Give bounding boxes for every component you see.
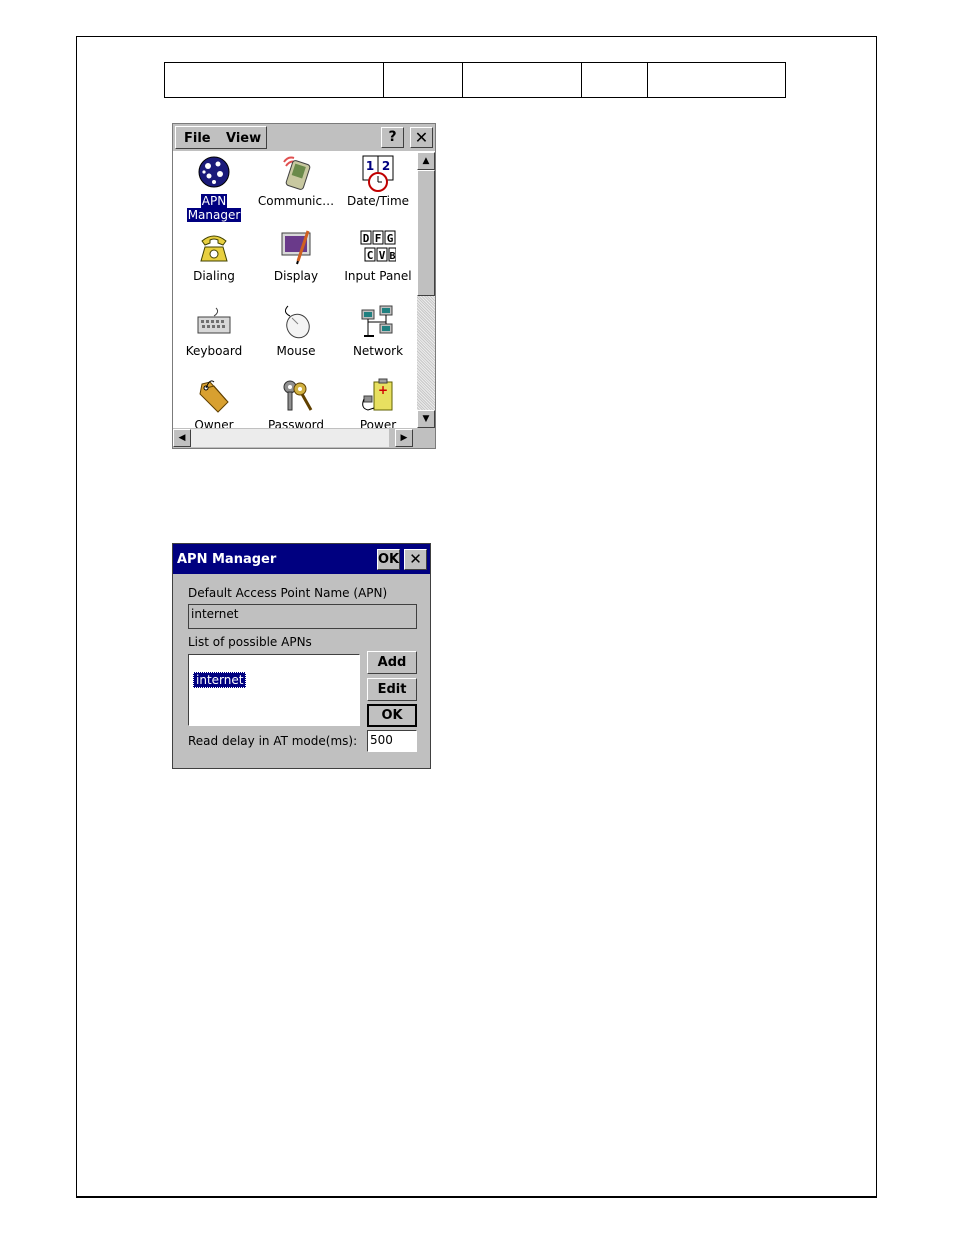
vertical-scrollbar[interactable]: ▲ ▼ <box>417 152 435 428</box>
header-cell <box>383 62 463 98</box>
item-input-panel[interactable]: D F G C V B Input Panel <box>337 227 417 301</box>
item-label: Communic… <box>257 194 335 208</box>
item-power[interactable]: + Power <box>337 376 417 428</box>
owner-tag-icon <box>199 380 229 413</box>
item-network[interactable]: Network <box>337 302 417 376</box>
network-icon <box>361 305 393 337</box>
scroll-thumb[interactable] <box>417 170 435 296</box>
dialog-titlebar: APN Manager OK ✕ <box>173 544 430 574</box>
item-label: Power <box>359 418 397 428</box>
password-keys-icon <box>283 380 313 411</box>
key-letter: G <box>387 232 394 245</box>
date-digit: 1 <box>366 159 374 173</box>
header-table <box>164 62 786 98</box>
item-label-line2: Manager <box>186 208 242 222</box>
scroll-left-icon[interactable]: ◀ <box>173 429 191 447</box>
add-button[interactable]: Add <box>367 651 417 674</box>
key-letter: C <box>367 249 374 262</box>
item-owner[interactable]: Owner <box>173 376 255 428</box>
item-keyboard[interactable]: Keyboard <box>173 302 255 376</box>
key-letter: B <box>389 251 395 262</box>
scroll-down-icon[interactable]: ▼ <box>417 410 435 428</box>
header-cell <box>581 62 648 98</box>
item-label: Mouse <box>276 344 316 358</box>
item-label: Password <box>267 418 325 428</box>
key-letter: V <box>379 249 386 262</box>
apn-listbox[interactable]: internet <box>188 654 360 726</box>
item-label: Owner <box>194 418 234 428</box>
menu-bar: File View <box>175 126 267 149</box>
header-cell <box>647 62 786 98</box>
header-cell <box>164 62 384 98</box>
title-ok-button[interactable]: OK <box>377 549 400 570</box>
horizontal-scrollbar[interactable]: ◀ ▶ <box>173 428 435 448</box>
power-icon: + <box>362 378 393 411</box>
item-label: APN <box>200 194 228 208</box>
close-button[interactable]: ✕ <box>410 127 433 148</box>
menu-view[interactable]: View <box>226 131 261 146</box>
globe-icon <box>198 156 230 188</box>
help-button[interactable]: ? <box>381 127 404 148</box>
display-icon <box>281 230 311 265</box>
command-bar: File View ? ✕ <box>173 124 435 151</box>
calendar-clock-icon: 1 2 <box>362 155 394 192</box>
svg-text:+: + <box>378 383 388 397</box>
scroll-up-icon[interactable]: ▲ <box>417 152 435 170</box>
apn-manager-dialog: APN Manager OK ✕ Default Access Point Na… <box>172 543 431 769</box>
item-label: Keyboard <box>185 344 243 358</box>
item-communication[interactable]: Communic… <box>255 152 337 226</box>
item-dialing[interactable]: Dialing <box>173 227 255 301</box>
default-apn-label: Default Access Point Name (APN) <box>188 586 388 600</box>
item-label: Dialing <box>193 269 235 283</box>
communication-icon <box>283 156 311 190</box>
list-item[interactable]: internet <box>193 672 247 688</box>
scroll-right-icon[interactable]: ▶ <box>395 429 413 447</box>
header-cell <box>462 62 582 98</box>
telephone-icon <box>200 235 228 262</box>
keyboard-icon <box>197 307 231 334</box>
default-apn-field[interactable]: internet <box>188 604 417 629</box>
edit-button[interactable]: Edit <box>367 678 417 701</box>
dialog-title: APN Manager <box>177 552 277 567</box>
key-letter: F <box>375 232 382 245</box>
item-label: Display <box>273 269 319 283</box>
item-date-time[interactable]: 1 2 Date/Time <box>337 152 417 226</box>
date-digit: 2 <box>382 159 390 173</box>
close-icon[interactable]: ✕ <box>404 549 427 570</box>
icon-grid: APN Manager Communic… 1 2 Date/Time Dial… <box>173 152 417 428</box>
item-password[interactable]: Password <box>255 376 337 428</box>
item-display[interactable]: Display <box>255 227 337 301</box>
item-mouse[interactable]: Mouse <box>255 302 337 376</box>
input-panel-icon: D F G C V B <box>360 230 396 262</box>
item-label: Input Panel <box>344 269 412 283</box>
item-label: Network <box>352 344 404 358</box>
mouse-icon <box>284 305 310 339</box>
key-letter: D <box>363 232 370 245</box>
item-apn-manager[interactable]: APN Manager <box>173 152 255 226</box>
control-panel-window: File View ? ✕ APN Manager Communic… 1 2 … <box>172 123 436 449</box>
horizontal-scroll-track[interactable] <box>191 429 389 447</box>
item-label: Date/Time <box>346 194 410 208</box>
read-delay-input[interactable]: 500 <box>367 730 417 752</box>
read-delay-label: Read delay in AT mode(ms): <box>188 734 358 748</box>
menu-file[interactable]: File <box>184 131 211 146</box>
apn-list-label: List of possible APNs <box>188 635 312 649</box>
ok-button[interactable]: OK <box>367 704 417 727</box>
